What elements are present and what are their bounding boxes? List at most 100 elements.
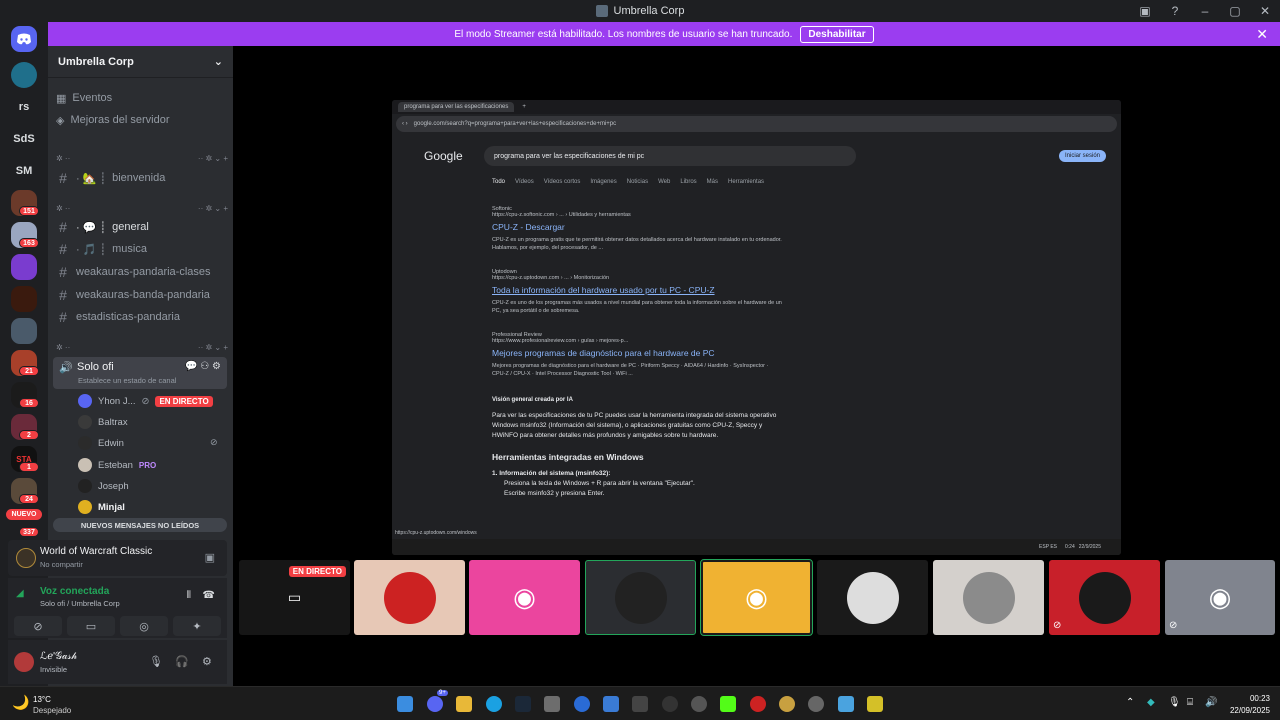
tile-stream-preview[interactable]: EN DIRECTO ▭: [239, 560, 350, 635]
steam-icon[interactable]: [515, 696, 531, 712]
tray-volume-icon[interactable]: 🔊: [1205, 697, 1217, 708]
headphones-icon[interactable]: 🎧: [175, 655, 189, 668]
voice-user[interactable]: Esteban PRO: [78, 455, 156, 475]
inbox-icon[interactable]: ▣: [1130, 4, 1160, 18]
photos-icon[interactable]: [838, 696, 854, 712]
server-sds[interactable]: SdS: [11, 126, 37, 152]
result-title[interactable]: CPU-Z - Descargar: [492, 222, 782, 232]
server-rs[interactable]: rs: [11, 94, 37, 120]
tab-images[interactable]: Imágenes: [590, 179, 616, 185]
server-header[interactable]: Umbrella Corp ⌄: [48, 46, 233, 78]
result-title[interactable]: Mejores programas de diagnóstico para el…: [492, 348, 782, 358]
tile-user-4[interactable]: ◉: [700, 559, 813, 636]
tab-all[interactable]: Todo: [492, 179, 505, 185]
noise-suppression-icon[interactable]: ⦀: [187, 590, 191, 601]
tile-user-5[interactable]: [817, 560, 928, 635]
camera-off-button[interactable]: ⊘: [14, 616, 62, 636]
tab-books[interactable]: Libros: [680, 179, 696, 185]
help-icon[interactable]: ?: [1160, 4, 1190, 18]
wow-launcher-icon[interactable]: [779, 696, 795, 712]
weather-temp[interactable]: 13°C: [33, 695, 51, 704]
voice-user[interactable]: Joseph: [78, 476, 129, 496]
category-divider[interactable]: ✲ ·· ·· ✲ ⌄ +: [56, 154, 228, 164]
tab-videos[interactable]: Vídeos: [515, 179, 534, 185]
notepad-icon[interactable]: [603, 696, 619, 712]
tab-short-videos[interactable]: Vídeos cortos: [544, 179, 581, 185]
browser-tab[interactable]: programa para ver las especificaciones: [398, 102, 515, 112]
discord-icon[interactable]: [427, 696, 443, 712]
channel-estadisticas[interactable]: # estadisticas-pandaria: [56, 307, 228, 327]
voice-channel-status[interactable]: Establece un estado de canal: [78, 376, 176, 385]
app-icon-4[interactable]: [808, 696, 824, 712]
github-icon[interactable]: [691, 696, 707, 712]
channel-bienvenida[interactable]: # · 🏡 ┊ bienvenida: [56, 168, 228, 188]
google-logo[interactable]: Google: [424, 149, 463, 163]
tab-web[interactable]: Web: [658, 179, 670, 185]
server-umbrella[interactable]: [11, 62, 37, 88]
voice-channel-actions[interactable]: 💬 ⚇ ⚙: [185, 361, 221, 372]
server-sm[interactable]: SM: [11, 158, 37, 184]
folder-icon[interactable]: [456, 696, 472, 712]
clock-time[interactable]: 00:23: [1230, 694, 1270, 703]
browser-address-bar[interactable]: ‹ › google.com/search?q=programa+para+ve…: [396, 116, 1117, 132]
microphone-icon[interactable]: 🎙: [149, 655, 163, 668]
voice-channel-solo-ofi[interactable]: 🔊 Solo ofi Establece un estado de canal …: [53, 357, 227, 389]
tray-network-icon[interactable]: ⌸: [1187, 697, 1193, 708]
tile-user-1[interactable]: [354, 560, 465, 635]
avatar[interactable]: [14, 652, 34, 672]
voice-status-title[interactable]: Voz conectada: [40, 586, 109, 597]
soundboard-button[interactable]: ✦: [173, 616, 221, 636]
app-icon-5[interactable]: [867, 696, 883, 712]
calculator-icon[interactable]: [544, 696, 560, 712]
back-icon[interactable]: ‹ ›: [402, 121, 408, 127]
voice-user[interactable]: Baltrax: [78, 412, 128, 432]
voice-user[interactable]: Edwin: [78, 433, 124, 453]
new-unread-messages-pill[interactable]: NUEVOS MENSAJES NO LEÍDOS: [53, 518, 227, 532]
category-divider[interactable]: ✲ ·· ·· ✲ ⌄ +: [56, 343, 228, 353]
app-icon-3[interactable]: [750, 696, 766, 712]
tile-user-2[interactable]: ◉: [469, 560, 580, 635]
app-icon-1[interactable]: [574, 696, 590, 712]
activities-button[interactable]: ◎: [120, 616, 168, 636]
result-title[interactable]: Toda la información del hardware usado p…: [492, 285, 782, 295]
stream-game-icon[interactable]: ▣: [205, 551, 215, 564]
tile-user-8[interactable]: ◉ ⊘: [1165, 560, 1275, 635]
tile-user-3[interactable]: [585, 560, 696, 635]
stream-screen[interactable]: programa para ver las especificaciones +…: [392, 100, 1121, 555]
voice-status-sub[interactable]: Solo ofi / Umbrella Corp: [40, 599, 120, 608]
edge-icon[interactable]: [486, 696, 502, 712]
channel-weakauras-clases[interactable]: # weakauras-pandaria-clases: [56, 262, 228, 282]
voice-user[interactable]: Minjal: [78, 497, 125, 517]
speed-icon[interactable]: [662, 696, 678, 712]
tray-chevron-icon[interactable]: ⌃: [1126, 697, 1134, 708]
voice-user[interactable]: Yhon J... ⊘ EN DIRECTO: [78, 391, 213, 411]
weather-desc[interactable]: Despejado: [33, 706, 71, 715]
start-icon[interactable]: [397, 696, 413, 712]
tray-app-icon[interactable]: ◆: [1147, 697, 1155, 708]
google-search-input[interactable]: programa para ver las especificaciones d…: [484, 146, 856, 166]
tray-mic-icon[interactable]: 🎙: [1168, 697, 1181, 708]
share-screen-button[interactable]: ▭: [67, 616, 115, 636]
new-pill[interactable]: NUEVO: [6, 509, 42, 520]
category-divider[interactable]: ✲ ·· ·· ✲ ⌄ +: [56, 204, 228, 214]
close-window-button[interactable]: ✕: [1250, 4, 1280, 18]
app-icon-2[interactable]: [632, 696, 648, 712]
disconnect-icon[interactable]: ☎: [203, 590, 215, 601]
clock-date[interactable]: 22/09/2025: [1220, 706, 1270, 715]
new-tab-icon[interactable]: +: [522, 104, 526, 110]
tile-user-7[interactable]: ⊘: [1049, 560, 1160, 635]
discord-home-icon[interactable]: [11, 26, 37, 52]
kick-icon[interactable]: [720, 696, 736, 712]
server-avatar-5[interactable]: [11, 318, 37, 344]
channel-general[interactable]: # · 💬 ┊ general: [56, 217, 228, 237]
tab-more[interactable]: Más: [707, 179, 718, 185]
maximize-button[interactable]: ▢: [1220, 4, 1250, 18]
channel-weakauras-banda[interactable]: # weakauras-banda-pandaria: [56, 285, 228, 305]
disable-streamer-button[interactable]: Deshabilitar: [800, 25, 874, 43]
boosts-item[interactable]: ◈ Mejoras del servidor: [56, 110, 228, 130]
close-banner-icon[interactable]: ✕: [1256, 26, 1268, 43]
events-item[interactable]: ▦ Eventos: [56, 88, 228, 108]
tile-user-6[interactable]: [933, 560, 1044, 635]
tab-news[interactable]: Noticias: [627, 179, 648, 185]
server-avatar-4[interactable]: [11, 286, 37, 312]
